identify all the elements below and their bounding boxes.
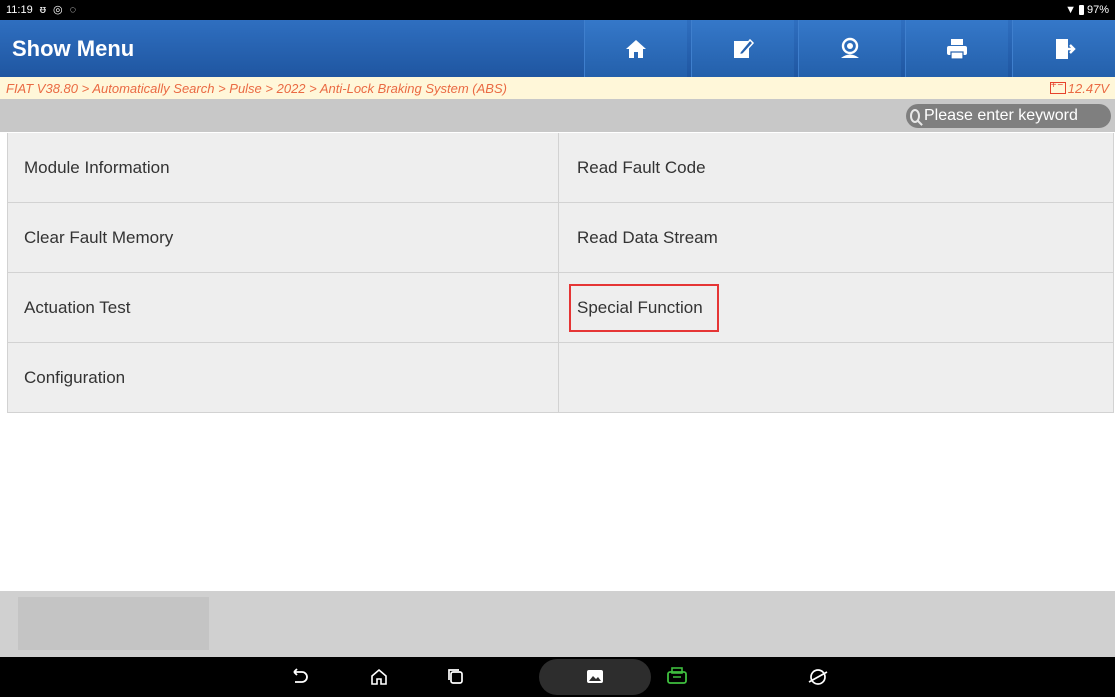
menu-item-label: Configuration [24,367,126,387]
search-box[interactable] [906,104,1111,128]
menu-item-actuation-test[interactable]: Actuation Test [7,273,559,343]
print-icon [947,38,967,60]
menu-item-label: Clear Fault Memory [24,227,174,247]
exit-icon [1056,38,1076,59]
gallery-icon[interactable] [583,665,607,689]
function-menu-grid: Module Information Read Fault Code Clear… [7,133,1114,413]
menu-item-read-data-stream[interactable]: Read Data Stream [559,203,1114,273]
breadcrumb-bar: FIAT V38.80 > Automatically Search > Pul… [0,77,1115,99]
notification-icon: ◎ [52,3,63,16]
browser-icon[interactable] [806,665,830,689]
menu-item-label: Special Function [577,297,703,317]
wifi-icon: ▼ [1065,3,1076,16]
highlight-box: Special Function [569,283,719,332]
system-nav-bar [0,657,1115,697]
home-nav-icon[interactable] [367,665,391,689]
car-battery-icon [1049,80,1066,94]
menu-item-configuration[interactable]: Configuration [7,343,559,413]
user-support-button[interactable] [798,20,901,77]
exit-button[interactable] [1012,20,1115,77]
vci-icon[interactable] [665,665,689,689]
search-input[interactable] [922,106,1111,126]
status-bar: 11:19 ᵿ ◎ ◌ ▼ 97% [0,0,1115,20]
battery-level: 97% [1086,4,1109,16]
message-icon: ◌ [69,3,77,16]
recents-icon[interactable] [444,665,468,689]
menu-item-label: Read Data Stream [577,227,718,247]
voltage-value: 12.47V [1067,80,1109,96]
diagnostic-notification-icon: ᵿ [39,3,46,16]
search-icon [910,109,920,123]
menu-item-label: Module Information [24,157,170,177]
page-title: Show Menu [12,35,135,61]
edit-report-icon [734,38,755,58]
menu-item-label: Read Fault Code [577,157,706,177]
battery-icon [1078,5,1084,15]
menu-item-label: Actuation Test [24,297,131,317]
print-button[interactable] [905,20,1008,77]
menu-item-empty [559,343,1114,413]
user-support-icon [841,37,859,58]
menu-item-read-fault-code[interactable]: Read Fault Code [559,133,1114,203]
menu-item-special-function[interactable]: Special Function [559,273,1114,343]
back-icon[interactable] [287,665,311,689]
home-button[interactable] [584,20,687,77]
menu-item-module-information[interactable]: Module Information [7,133,559,203]
status-time: 11:19 [6,4,33,16]
footer-bar [0,591,1115,657]
search-bar [0,99,1115,132]
breadcrumb: FIAT V38.80 > Automatically Search > Pul… [6,80,507,96]
edit-report-button[interactable] [691,20,794,77]
footer-button-placeholder [18,597,209,650]
battery-voltage: 12.47V [1049,80,1109,96]
home-icon [626,39,646,58]
title-bar: Show Menu [0,20,1115,77]
menu-item-clear-fault-memory[interactable]: Clear Fault Memory [7,203,559,273]
